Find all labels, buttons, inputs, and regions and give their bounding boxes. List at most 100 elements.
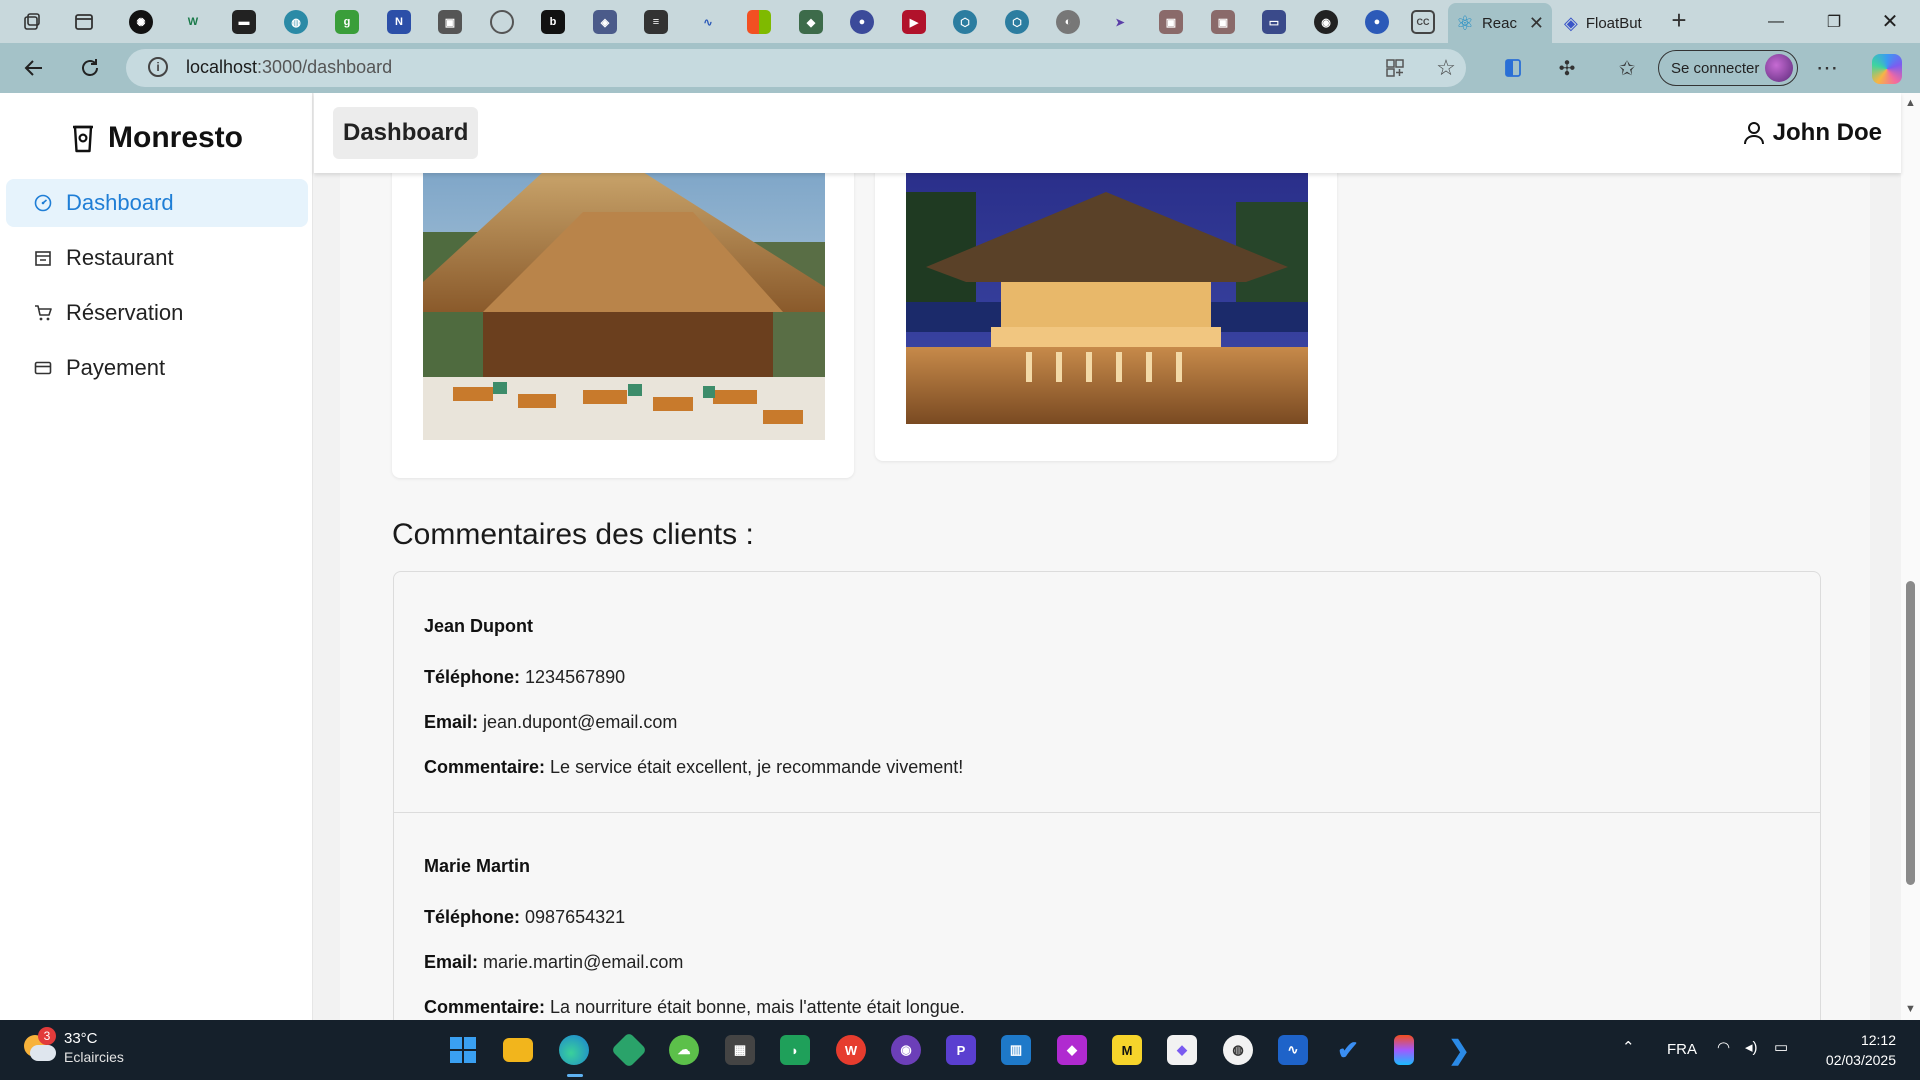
github-desktop-icon[interactable]: ◉ bbox=[891, 1035, 921, 1065]
new-tab-button[interactable]: + bbox=[1664, 6, 1694, 36]
favorites-icon[interactable]: ✩ bbox=[1614, 55, 1640, 81]
tab-actions-icon[interactable] bbox=[72, 10, 96, 34]
tab-circle[interactable] bbox=[476, 4, 526, 39]
volume-icon[interactable]: ◂) bbox=[1745, 1038, 1758, 1056]
close-tab-icon[interactable]: ✕ bbox=[1529, 13, 1544, 34]
tab-grey[interactable]: ◐ bbox=[1042, 4, 1092, 39]
language-indicator[interactable]: FRA bbox=[1667, 1041, 1697, 1058]
tab-nw[interactable]: N bbox=[373, 4, 423, 39]
comment-item: Marie Martin Téléphone: 0987654321 Email… bbox=[394, 812, 1820, 1020]
scrollbar-thumb[interactable] bbox=[1906, 581, 1915, 885]
tab-blue[interactable]: ● bbox=[1351, 4, 1401, 39]
magenta-cube-icon[interactable]: ◆ bbox=[1057, 1035, 1087, 1065]
tab-microsoft[interactable] bbox=[733, 4, 783, 39]
sidebar: Monresto Dashboard Restaurant Réservatio… bbox=[0, 93, 313, 1020]
trello-icon[interactable]: ▥ bbox=[1001, 1035, 1031, 1065]
tab-cube-2[interactable]: ⬡ bbox=[991, 4, 1041, 39]
tab-img-1[interactable]: ▣ bbox=[1145, 4, 1195, 39]
restore-button[interactable]: ❐ bbox=[1806, 0, 1862, 43]
tab-chatgpt[interactable]: ✺ bbox=[115, 4, 165, 39]
react-icon: ⚛ bbox=[1456, 12, 1474, 35]
blue-chart-icon[interactable]: ∿ bbox=[1278, 1035, 1308, 1065]
clock[interactable]: 12:12 02/03/2025 bbox=[1826, 1030, 1896, 1070]
brand[interactable]: Monresto bbox=[70, 115, 243, 161]
tab-shield[interactable]: ◈ bbox=[579, 4, 629, 39]
split-screen-icon[interactable] bbox=[1500, 55, 1526, 81]
circle-icon bbox=[490, 10, 514, 34]
page-scrollbar[interactable]: ▲ ▼ bbox=[1901, 93, 1920, 1020]
favorite-star-icon[interactable]: ☆ bbox=[1433, 55, 1459, 81]
tab-monitor[interactable]: ▭ bbox=[1248, 4, 1298, 39]
phone-label: Téléphone: bbox=[424, 907, 521, 927]
edge-browser-icon[interactable] bbox=[559, 1035, 589, 1065]
figma-icon[interactable] bbox=[1394, 1035, 1414, 1065]
workspaces-icon[interactable] bbox=[20, 10, 44, 34]
browser-tab-strip: ✺ W ▬ ◍ g N ▣ b ◈ ≡ ∿ ◆ ● ▶ ⬡ ⬡ ◐ ➤ ▣ ▣ … bbox=[0, 0, 1920, 43]
sidebar-item-payement[interactable]: Payement bbox=[6, 344, 308, 392]
tab-wave[interactable]: ∿ bbox=[682, 4, 732, 39]
tab-title: FloatBut bbox=[1585, 14, 1642, 32]
tab-globe[interactable]: ◍ bbox=[270, 4, 320, 39]
user-menu[interactable]: John Doe bbox=[1743, 115, 1882, 151]
tab-drop[interactable]: ● bbox=[836, 4, 886, 39]
battery-icon[interactable]: ▭ bbox=[1774, 1038, 1788, 1056]
comments-section-title: Commentaires des clients : bbox=[392, 518, 754, 551]
miro-icon[interactable]: M bbox=[1112, 1035, 1142, 1065]
sign-in-button[interactable]: Se connecter bbox=[1658, 50, 1798, 86]
vscode-icon[interactable]: ❯ bbox=[1444, 1035, 1474, 1065]
comment-author: Jean Dupont bbox=[424, 616, 534, 636]
tab-img-2[interactable]: ▣ bbox=[1197, 4, 1247, 39]
phone-value: 1234567890 bbox=[525, 667, 626, 687]
tab-dark-app[interactable]: ▬ bbox=[218, 4, 268, 39]
card-icon bbox=[34, 361, 52, 375]
tab-cc[interactable]: CC bbox=[1403, 4, 1443, 39]
tab-react-dashboard[interactable]: ⚛ Reac ✕ bbox=[1448, 3, 1552, 43]
url-text[interactable]: localhost:3000/dashboard bbox=[186, 57, 392, 78]
weather-desc: Eclaircies bbox=[64, 1049, 124, 1065]
back-button[interactable] bbox=[16, 51, 52, 85]
tab-lines[interactable]: ≡ bbox=[630, 4, 680, 39]
show-hidden-icons[interactable]: ⌃ bbox=[1622, 1038, 1635, 1056]
weather-widget[interactable]: 3 33°C Eclaircies bbox=[22, 1027, 124, 1066]
green-app-icon[interactable]: ◗ bbox=[780, 1035, 810, 1065]
tab-b[interactable]: b bbox=[527, 4, 577, 39]
tab-youtube[interactable]: ▶ bbox=[888, 4, 938, 39]
tab-green-app[interactable]: g bbox=[321, 4, 371, 39]
tab-floatbutton[interactable]: ◈ FloatBut bbox=[1556, 3, 1652, 43]
wps-icon[interactable]: W bbox=[836, 1035, 866, 1065]
reload-button[interactable] bbox=[72, 51, 108, 85]
windows-start-icon[interactable] bbox=[448, 1035, 478, 1065]
wifi-icon[interactable]: ◠ bbox=[1717, 1038, 1730, 1056]
green-diamond-icon[interactable] bbox=[610, 1031, 648, 1069]
tab-title: Reac bbox=[1481, 14, 1517, 32]
copilot-icon[interactable] bbox=[1872, 54, 1902, 84]
extensions-icon[interactable]: ✣ bbox=[1554, 55, 1580, 81]
wave-icon: ∿ bbox=[703, 16, 713, 29]
purple-app-icon[interactable]: P bbox=[946, 1035, 976, 1065]
tab-box[interactable]: ◆ bbox=[785, 4, 835, 39]
sidebar-item-dashboard[interactable]: Dashboard bbox=[6, 179, 308, 227]
sidebar-item-reservation[interactable]: Réservation bbox=[6, 289, 308, 337]
floatbutton-icon: ◈ bbox=[1564, 12, 1578, 33]
scroll-up-icon[interactable]: ▲ bbox=[1904, 97, 1917, 109]
diamond-app-icon[interactable]: ◆ bbox=[1167, 1035, 1197, 1065]
webcam-icon[interactable]: ◍ bbox=[1223, 1035, 1253, 1065]
calculator-icon[interactable]: ▦ bbox=[725, 1035, 755, 1065]
cloud-app-icon[interactable]: ☁ bbox=[669, 1035, 699, 1065]
todo-check-icon[interactable]: ✔ bbox=[1333, 1035, 1363, 1065]
tab-github[interactable]: ◉ bbox=[1300, 4, 1350, 39]
site-info-icon[interactable]: i bbox=[148, 57, 168, 77]
brand-title: Monresto bbox=[108, 121, 243, 154]
tab-arrow[interactable]: ➤ bbox=[1094, 4, 1144, 39]
file-explorer-icon[interactable] bbox=[503, 1038, 533, 1062]
scroll-down-icon[interactable]: ▼ bbox=[1904, 1003, 1917, 1015]
tab-cube-1[interactable]: ⬡ bbox=[939, 4, 989, 39]
sign-in-label: Se connecter bbox=[1671, 59, 1760, 77]
more-options-icon[interactable]: ⋯ bbox=[1814, 55, 1840, 81]
tab-photo[interactable]: ▣ bbox=[424, 4, 474, 39]
minimize-button[interactable]: — bbox=[1748, 0, 1804, 43]
tab-w[interactable]: W bbox=[167, 4, 217, 39]
close-window-button[interactable]: ✕ bbox=[1862, 0, 1918, 43]
sidebar-item-restaurant[interactable]: Restaurant bbox=[6, 234, 308, 282]
app-available-icon[interactable] bbox=[1382, 55, 1408, 81]
